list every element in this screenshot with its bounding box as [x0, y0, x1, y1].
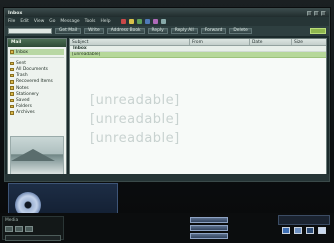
cell-date [250, 52, 292, 57]
folder-label: Stationery [16, 91, 39, 97]
workspace-4-icon[interactable] [318, 227, 326, 234]
column-subject[interactable]: Subject [70, 39, 190, 45]
folder-item-inbox[interactable]: Inbox [10, 49, 64, 56]
workspace-2-icon[interactable] [294, 227, 302, 234]
dock-select[interactable] [5, 235, 61, 241]
message-list: Subject From Date Size Inbox [unreadable… [69, 38, 327, 180]
list-header: Subject From Date Size [70, 39, 326, 46]
menu-edit[interactable]: Edit [20, 19, 29, 24]
reply-all-button[interactable]: Reply All [170, 28, 198, 34]
cell-from [190, 52, 250, 57]
folder-icon [10, 61, 14, 66]
stop-icon[interactable] [121, 19, 127, 24]
globe-icon[interactable] [145, 19, 151, 24]
folder-icon [10, 104, 14, 109]
folder-icon [10, 50, 14, 54]
cell-size [292, 52, 326, 57]
mail-window: Inbox File Edit View Go Message Tools He… [4, 8, 330, 182]
get-mail-button[interactable]: Get Mail [55, 28, 82, 34]
dock-panel: Media [2, 216, 64, 241]
folder-label: Archives [16, 110, 35, 116]
volume-icon[interactable] [15, 226, 23, 232]
reply-button[interactable]: Reply [147, 28, 168, 34]
mountain-graphic [11, 149, 55, 161]
overlay-line: [unreadable] [90, 93, 180, 108]
preview-image [10, 136, 64, 176]
forward-button[interactable]: Forward [200, 28, 227, 34]
folder-icon [10, 111, 14, 115]
search-input[interactable] [8, 28, 52, 34]
settings-icon[interactable] [25, 226, 33, 232]
folder-icon [10, 67, 14, 72]
go-icon[interactable] [137, 19, 143, 24]
folder-item-archives[interactable]: Archives [10, 110, 64, 116]
folder-icon [10, 86, 14, 90]
workspace-1-icon[interactable] [282, 227, 290, 234]
workspace-3-icon[interactable] [306, 227, 314, 234]
taskbar: Media [0, 213, 334, 243]
folder-label: Inbox [16, 49, 29, 55]
title-bar[interactable]: Inbox [5, 9, 329, 17]
minimize-button[interactable] [307, 10, 312, 16]
column-from[interactable]: From [190, 39, 250, 45]
folder-label: Trash [16, 73, 28, 79]
cell-subject: [unreadable] [72, 52, 101, 57]
column-date[interactable]: Date [250, 39, 292, 45]
menu-file[interactable]: File [8, 19, 15, 24]
toolbar: Get Mail Write Address Book Reply Reply … [5, 26, 329, 36]
write-button[interactable]: Write [84, 28, 104, 34]
folder-label: Notes [16, 85, 29, 91]
folder-label: Saved [16, 97, 30, 103]
folder-label: All Documents [16, 66, 48, 72]
menu-icon-strip [121, 19, 167, 24]
folder-pane: Mail Inbox Sent All Documents Trash Reco… [7, 38, 67, 180]
address-book-button[interactable]: Address Book [106, 28, 145, 34]
task-button[interactable] [190, 233, 228, 239]
column-size[interactable]: Size [292, 39, 326, 45]
folder-icon [10, 80, 14, 84]
folder-label: Recovered Items [16, 79, 53, 85]
folder-icon [10, 98, 14, 103]
dock-buttons [3, 224, 63, 234]
task-button[interactable] [190, 225, 228, 231]
folder-pane-header: Mail [8, 39, 66, 47]
bookmark-icon[interactable] [153, 19, 159, 24]
menu-message[interactable]: Message [60, 19, 79, 24]
divider [10, 57, 64, 59]
delete-button[interactable]: Delete [229, 28, 252, 34]
system-tray [278, 215, 330, 225]
star-icon[interactable] [129, 19, 135, 24]
eject-icon[interactable] [5, 226, 13, 232]
maximize-button[interactable] [314, 10, 319, 16]
menu-tools[interactable]: Tools [85, 19, 96, 24]
folder-list: Inbox Sent All Documents Trash Recovered… [8, 47, 66, 118]
menu-help[interactable]: Help [100, 19, 110, 24]
overlay-line: [unreadable] [90, 112, 180, 127]
dock-label: Media [5, 218, 19, 223]
print-icon[interactable] [161, 19, 167, 24]
table-row[interactable]: [unreadable] [70, 52, 326, 58]
window-title: Inbox [8, 10, 23, 16]
task-button[interactable] [190, 217, 228, 223]
folder-icon [10, 73, 14, 78]
folder-label: Folders [16, 104, 32, 110]
close-button[interactable] [321, 10, 326, 16]
overlay-line: [unreadable] [90, 131, 180, 146]
menu-bar: File Edit View Go Message Tools Help [5, 17, 329, 26]
window-controls [307, 10, 326, 16]
folder-label: Sent [16, 60, 26, 66]
menu-view[interactable]: View [34, 19, 44, 24]
status-bar [5, 174, 329, 181]
message-body-overlay: [unreadable] [unreadable] [unreadable] [90, 91, 300, 148]
folder-icon [10, 92, 14, 96]
menu-go[interactable]: Go [49, 19, 55, 24]
throbber-icon [310, 28, 326, 34]
